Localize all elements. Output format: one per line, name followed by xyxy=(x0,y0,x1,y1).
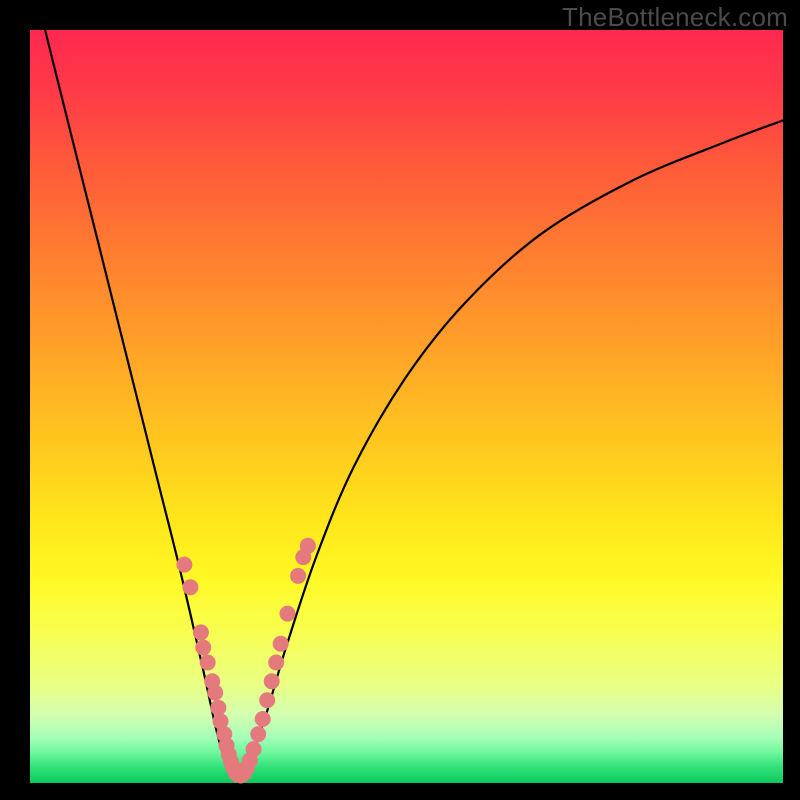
data-point-marker xyxy=(300,538,316,554)
data-point-marker xyxy=(210,700,226,716)
plot-area xyxy=(30,30,783,783)
data-point-marker xyxy=(264,673,280,689)
chart-svg xyxy=(30,30,783,783)
data-point-marker xyxy=(176,557,192,573)
data-point-marker xyxy=(250,726,266,742)
data-point-marker xyxy=(280,606,296,622)
watermark-text: TheBottleneck.com xyxy=(562,2,788,33)
bottleneck-curve xyxy=(45,30,783,776)
data-point-marker xyxy=(290,568,306,584)
data-point-marker xyxy=(200,655,216,671)
data-point-marker xyxy=(259,692,275,708)
data-point-marker xyxy=(246,741,262,757)
data-point-marker xyxy=(195,640,211,656)
data-point-marker xyxy=(193,624,209,640)
data-point-marker xyxy=(255,711,271,727)
data-point-marker xyxy=(182,579,198,595)
data-point-marker xyxy=(273,636,289,652)
data-markers xyxy=(176,538,316,784)
data-point-marker xyxy=(268,655,284,671)
chart-frame: TheBottleneck.com xyxy=(0,0,800,800)
data-point-marker xyxy=(207,685,223,701)
